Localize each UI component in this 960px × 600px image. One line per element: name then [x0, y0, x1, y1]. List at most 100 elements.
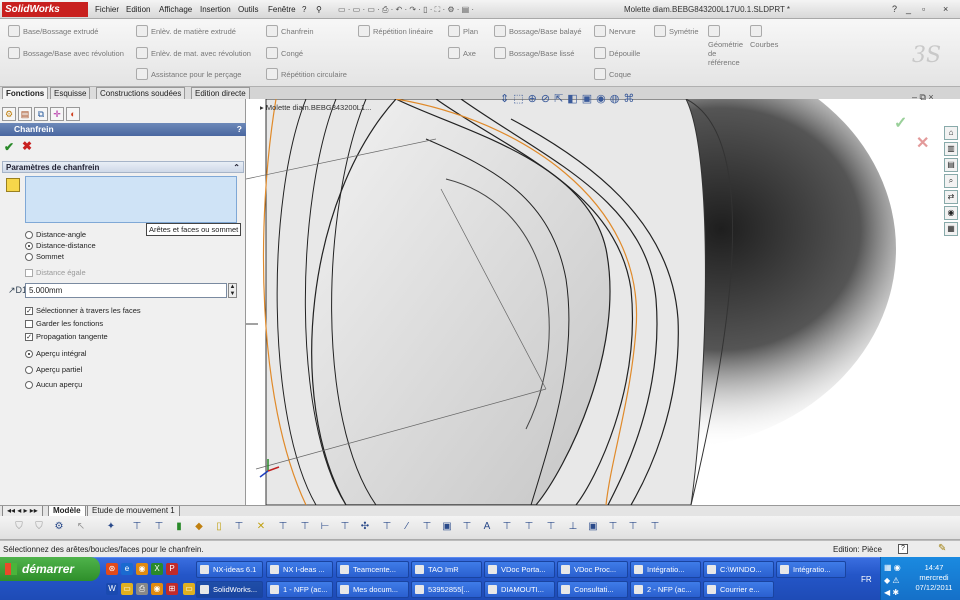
search-icon[interactable]: ⌕: [944, 174, 958, 188]
quicklaunch-app-icon[interactable]: P: [166, 563, 178, 575]
task-nfp-2[interactable]: 2 - NFP (ac...: [630, 581, 701, 598]
zoom-area-icon[interactable]: ⊘: [541, 92, 550, 105]
solidworks-logo[interactable]: SolidWorks: [2, 2, 88, 17]
reference-geometry-button[interactable]: Géométrie de référence: [708, 25, 748, 67]
clock[interactable]: 14:47 mercredi 07/12/2011: [912, 563, 956, 593]
filter-stacked-balloon-icon[interactable]: ⊤: [460, 520, 474, 534]
quicklaunch-pdf-icon[interactable]: ⊞: [166, 583, 178, 595]
filter-tolerance-icon[interactable]: ⊤: [380, 520, 394, 534]
fillet-button[interactable]: Congé: [266, 47, 303, 59]
filter-datum-icon[interactable]: ✣: [358, 520, 372, 534]
filter-sketch-icon[interactable]: ⊤: [298, 520, 312, 534]
rib-button[interactable]: Nervure: [594, 25, 636, 37]
filter-balloon-icon[interactable]: ▣: [440, 520, 454, 534]
feature-tree-flyout[interactable]: ▸ Molette diam.BEBG843200L1...: [260, 103, 371, 112]
restore-button[interactable]: ▫: [922, 4, 925, 14]
tray-shield-icon[interactable]: ◆ ⚠: [884, 576, 900, 585]
filter-solids-icon[interactable]: ▯: [212, 520, 226, 534]
confirm-cancel-icon[interactable]: ✕: [916, 133, 929, 153]
tab-constructions-soudees[interactable]: Constructions soudées: [96, 87, 186, 99]
quicklaunch-media-icon[interactable]: ◉: [151, 583, 163, 595]
mirror-button[interactable]: Symétrie: [654, 25, 699, 37]
menu-fenetre[interactable]: Fenêtre: [268, 5, 296, 14]
confirm-ok-icon[interactable]: ✓: [894, 113, 907, 133]
filter-notes-icon[interactable]: ⊤: [338, 520, 352, 534]
filter-dowel-icon[interactable]: ⊤: [606, 520, 620, 534]
view-palette-icon[interactable]: ⇄: [944, 190, 958, 204]
file-explorer-icon[interactable]: ▤: [944, 158, 958, 172]
quick-access-toolbar[interactable]: ▭ · ▭ · ▭ · ⎙ · ↶ · ↷ · ▯ · ⛶ · ⚙ · ▤ ·: [338, 5, 474, 15]
quicklaunch-folder-icon[interactable]: ▭: [121, 583, 133, 595]
radio-button[interactable]: [25, 349, 33, 358]
close-button[interactable]: ×: [943, 4, 948, 14]
view-orientation-icon[interactable]: ⬚: [513, 92, 523, 105]
linear-pattern-button[interactable]: Répétition linéaire: [358, 25, 433, 37]
task-mes-documents[interactable]: Mes docum...: [336, 581, 409, 598]
dimxpert-icon[interactable]: ✛: [50, 107, 64, 121]
task-courrier[interactable]: Courrier e...: [703, 581, 774, 598]
filter-hole-callout-icon[interactable]: ⊥: [566, 520, 580, 534]
shell-button[interactable]: Coque: [594, 68, 631, 80]
display-style-icon[interactable]: ▣: [582, 92, 592, 105]
quicklaunch-explorer-icon[interactable]: ▭: [183, 583, 195, 595]
task-nx-ideas[interactable]: NX-ideas 6.1: [196, 561, 263, 578]
help-menu-icon[interactable]: ?: [302, 5, 306, 14]
lofted-boss-button[interactable]: Bossage/Base lissé: [494, 47, 574, 59]
task-teamcenter[interactable]: Teamcente...: [336, 561, 409, 578]
task-vdoc-proc[interactable]: VDoc Proc...: [557, 561, 628, 578]
menu-affichage[interactable]: Affichage: [159, 5, 192, 14]
menu-edition[interactable]: Edition: [126, 5, 150, 14]
filter-cosmetic-icon[interactable]: ⊤: [544, 520, 558, 534]
task-nfp-1[interactable]: 1 - NFP (ac...: [266, 581, 333, 598]
viewport-window-buttons[interactable]: – ⧉ ×: [912, 92, 934, 103]
extruded-cut-button[interactable]: Enlèv. de matière extrudé: [136, 25, 236, 37]
hole-wizard-button[interactable]: Assistance pour le perçage: [136, 68, 241, 80]
custom-properties-icon[interactable]: ▦: [944, 222, 958, 236]
section-view-icon[interactable]: ◧: [567, 92, 577, 105]
radio-button[interactable]: [25, 365, 33, 374]
filter-weld-icon[interactable]: ⊤: [420, 520, 434, 534]
quicklaunch-outlook-icon[interactable]: ⊛: [106, 563, 118, 575]
filter-pointer-icon[interactable]: ✦: [104, 520, 118, 534]
checkbox[interactable]: [25, 268, 33, 277]
cancel-x-icon[interactable]: ✖: [22, 139, 32, 153]
clear-filters-icon[interactable]: ⚙: [52, 520, 66, 534]
filter-block-icon[interactable]: ▣: [586, 520, 600, 534]
task-cmd-windows[interactable]: C:\WINDO...: [703, 561, 774, 578]
filter-annotation-icon[interactable]: A: [480, 520, 494, 534]
filter-faces-icon[interactable]: ▮: [172, 520, 186, 534]
task-integration-2[interactable]: Intégratio...: [776, 561, 846, 578]
checkbox[interactable]: ✓: [25, 306, 33, 315]
feature-help-icon[interactable]: ?: [237, 123, 242, 136]
radio-button[interactable]: [25, 252, 33, 261]
radio-no-preview[interactable]: Aucun aperçu: [25, 380, 82, 389]
radio-button[interactable]: [25, 241, 33, 250]
resources-icon[interactable]: ⌂: [944, 126, 958, 140]
radio-partial-preview[interactable]: Aperçu partiel: [25, 365, 82, 374]
zoom-icon[interactable]: ⊕: [528, 92, 537, 105]
edges-selection-box[interactable]: [25, 176, 237, 223]
checkbox[interactable]: ✓: [25, 332, 33, 341]
collapse-icon[interactable]: ⌃: [233, 162, 240, 173]
previous-view-icon[interactable]: ⇱: [554, 92, 563, 105]
radio-button[interactable]: [25, 230, 33, 239]
task-vdoc-porta[interactable]: VDoc Porta...: [484, 561, 555, 578]
task-integration[interactable]: Intégratio...: [630, 561, 701, 578]
menu-outils[interactable]: Outils: [238, 5, 258, 14]
filter-surfaces-icon[interactable]: ◆: [192, 520, 206, 534]
extruded-boss-button[interactable]: Base/Bossage extrudé: [8, 25, 98, 37]
pin-icon[interactable]: ⚲: [316, 5, 322, 14]
checkbox[interactable]: [25, 319, 33, 328]
tray-network-icon[interactable]: ▦ ◉: [884, 563, 901, 572]
tab-fonctions[interactable]: Fonctions: [2, 87, 49, 99]
radio-button[interactable]: [25, 380, 33, 389]
configuration-manager-icon[interactable]: ⧉: [34, 107, 48, 121]
filter-planes-icon[interactable]: ✕: [254, 520, 268, 534]
language-indicator[interactable]: FR: [861, 575, 872, 584]
radio-distance-angle[interactable]: Distance-angle: [25, 230, 86, 239]
ok-check-icon[interactable]: ✔: [4, 140, 14, 154]
circular-pattern-button[interactable]: Répétition circulaire: [266, 68, 347, 80]
minimize-button[interactable]: _: [906, 4, 911, 14]
checkbox-distance-egale[interactable]: Distance égale: [25, 268, 86, 277]
filter-center-mark-icon[interactable]: ⊤: [500, 520, 514, 534]
